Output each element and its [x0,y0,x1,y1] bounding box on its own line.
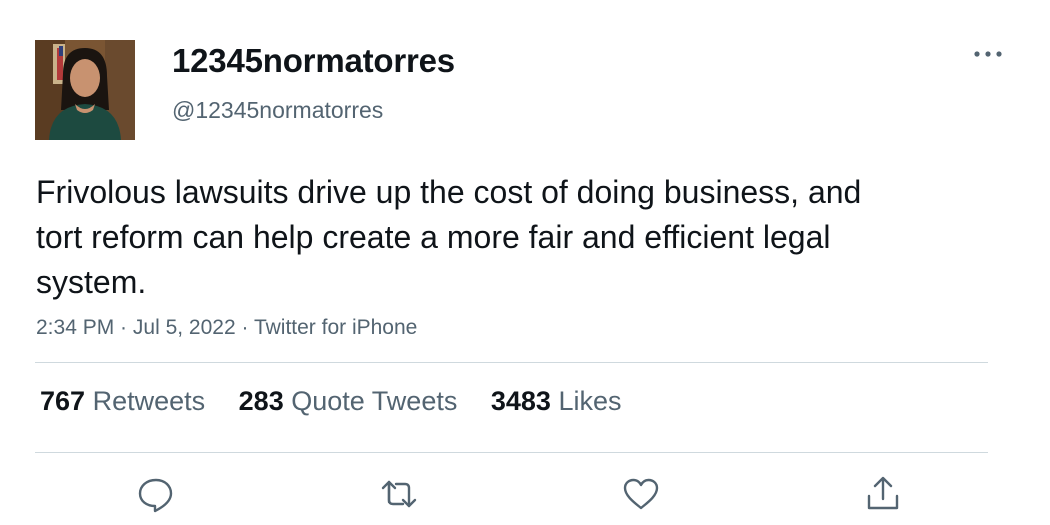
retweets-stat[interactable]: 767 Retweets [40,386,205,417]
more-options-button[interactable] [968,40,1008,70]
retweets-label: Retweets [92,386,206,416]
quote-tweets-count: 283 [238,386,284,416]
share-button[interactable] [863,474,903,514]
engagement-stats: 767 Retweets 283 Quote Tweets 3483 Likes [40,386,647,417]
reply-icon [138,478,173,513]
tweet-card: 12345normatorres @12345normatorres Frivo… [0,0,1050,525]
tweet-source[interactable]: Twitter for iPhone [254,316,417,339]
likes-label: Likes [558,386,622,416]
heart-icon [623,478,659,510]
share-icon [867,476,899,510]
tweet-meta: 2:34 PM · Jul 5, 2022 · Twitter for iPho… [36,316,417,340]
reply-button[interactable] [136,474,176,514]
tweet-text: Frivolous lawsuits drive up the cost of … [36,174,862,300]
likes-count: 3483 [490,386,551,416]
retweets-count: 767 [40,386,86,416]
like-button[interactable] [621,474,661,514]
divider [35,362,988,363]
user-handle[interactable]: @12345normatorres [172,97,383,124]
tweet-time[interactable]: 2:34 PM [36,316,114,339]
display-name[interactable]: 12345normatorres [172,42,455,80]
meta-separator: · [235,316,254,339]
meta-separator: · [114,316,133,339]
retweet-icon [381,480,417,508]
tweet-date[interactable]: Jul 5, 2022 [133,316,236,339]
likes-stat[interactable]: 3483 Likes [491,386,622,417]
quote-tweets-stat[interactable]: 283 Quote Tweets [239,386,458,417]
retweet-button[interactable] [379,474,419,514]
avatar[interactable] [35,40,135,140]
divider [35,452,988,453]
quote-tweets-label: Quote Tweets [291,386,458,416]
avatar-image [35,40,135,140]
more-horizontal-icon [974,51,1002,57]
